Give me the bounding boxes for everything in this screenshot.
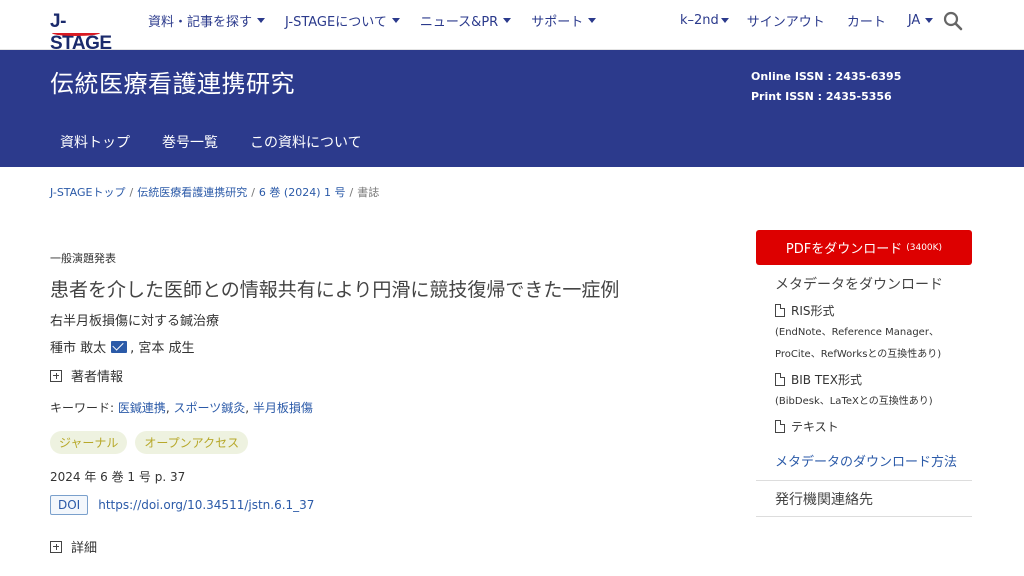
article-subtitle: 右半月板損傷に対する鍼治療	[50, 314, 220, 329]
nav-label: 資料・記事を探す	[148, 14, 253, 30]
search-icon[interactable]	[943, 11, 963, 31]
breadcrumb-separator: /	[349, 186, 354, 199]
journal-subnav: 資料トップ 巻号一覧 この資料について	[60, 132, 394, 152]
online-issn: Online ISSN : 2435-6395	[751, 70, 902, 83]
pdf-download-button[interactable]: PDFをダウンロード (3400K)	[756, 230, 972, 265]
divider	[756, 516, 972, 517]
breadcrumb-current: 書誌	[357, 186, 380, 199]
breadcrumb: J-STAGEトップ / 伝統医療看護連携研究/6 巻 (2024) 1 号 / 書誌	[50, 184, 379, 200]
user-name: k–2nd	[680, 12, 719, 28]
nav-label: J-STAGEについて	[285, 14, 387, 30]
open-access-badge: オープンアクセス	[135, 431, 249, 454]
text-label: テキスト	[791, 420, 839, 434]
top-bar: J-STAGE 資料・記事を探す J-STAGEについて ニュース&PR サポー…	[0, 0, 1024, 54]
author-name[interactable]: 種市 敢太	[50, 337, 106, 356]
ris-download-link[interactable]: RIS形式	[775, 302, 835, 319]
article-category: 一般演題発表	[50, 252, 116, 265]
volume-info: 2024 年 6 巻 1 号 p. 37	[50, 470, 186, 484]
plus-box-icon	[50, 369, 62, 382]
bibtex-note: (BibDesk、LaTeXとの互換性あり)	[775, 396, 933, 407]
tab-issue-list[interactable]: 巻号一覧	[162, 132, 218, 152]
mail-icon[interactable]	[111, 340, 128, 353]
ris-note: (EndNote、Reference Manager、	[775, 327, 939, 338]
metadata-howto-link[interactable]: メタデータのダウンロード方法	[775, 451, 957, 470]
nav-search-materials[interactable]: 資料・記事を探す	[148, 11, 266, 30]
doi-label: DOI	[50, 495, 89, 515]
breadcrumb-item-issue[interactable]: 6 巻 (2024) 1 号	[259, 186, 346, 199]
pdf-size: (3400K)	[906, 242, 943, 253]
tab-about-journal[interactable]: この資料について	[250, 132, 362, 152]
doi-link[interactable]: https://doi.org/10.34511/jstn.6.1_37	[98, 498, 314, 512]
language-selector[interactable]: JA	[908, 13, 934, 28]
pdf-download-label: PDFをダウンロード	[785, 242, 903, 257]
article-badges: ジャーナル オープンアクセス	[50, 431, 256, 454]
caret-down-icon	[391, 17, 400, 23]
bibtex-download-link[interactable]: BIB TEX形式	[775, 371, 862, 388]
keyword-separator: ,	[245, 401, 253, 415]
user-menu[interactable]: k–2nd	[680, 13, 729, 28]
article-title: 患者を介した医師との情報共有により円滑に競技復帰できた一症例	[50, 279, 620, 301]
keyword-separator: ,	[165, 401, 174, 415]
document-icon	[775, 373, 785, 386]
nav-label: サポート	[531, 14, 584, 30]
divider	[756, 480, 972, 481]
caret-down-icon	[503, 17, 512, 23]
caret-down-icon	[588, 17, 597, 23]
details-label: 詳細	[71, 541, 98, 556]
breadcrumb-separator: /	[129, 186, 134, 199]
keyword-link[interactable]: 医鍼連携	[118, 401, 166, 415]
plus-box-icon	[50, 540, 62, 553]
logo-swoosh	[52, 30, 100, 36]
journal-badge: ジャーナル	[50, 431, 128, 454]
caret-down-icon	[257, 17, 266, 23]
jstage-logo[interactable]: J-STAGE	[50, 8, 122, 54]
ris-note: ProCite、RefWorksとの互換性あり)	[775, 349, 942, 360]
breadcrumb-item-journal[interactable]: 伝統医療看護連携研究	[137, 186, 247, 199]
nav-support[interactable]: サポート	[531, 11, 597, 30]
nav-news-pr[interactable]: ニュース&PR	[419, 11, 512, 30]
cart-label: カート	[846, 14, 886, 30]
author-name[interactable]: , 宮本 成生	[130, 337, 194, 356]
nav-about-jstage[interactable]: J-STAGEについて	[285, 11, 400, 30]
caret-down-icon	[720, 17, 729, 23]
cart-link[interactable]: カート	[847, 11, 886, 30]
nav-label: ニュース&PR	[419, 14, 499, 30]
keyword-link[interactable]: 半月板損傷	[253, 401, 313, 415]
bibtex-label: BIB TEX形式	[791, 373, 862, 387]
document-icon	[775, 304, 785, 317]
details-toggle[interactable]: 詳細	[50, 537, 97, 556]
document-icon	[775, 420, 785, 433]
user-nav: k–2nd サインアウト カート JA	[680, 0, 955, 40]
author-info-label: 著者情報	[71, 370, 124, 385]
print-issn: Print ISSN : 2435-5356	[751, 90, 892, 103]
author-list: 種市 敢太 , 宮本 成生	[50, 337, 195, 356]
main-nav: 資料・記事を探す J-STAGEについて ニュース&PR サポート	[148, 0, 616, 40]
language-label: JA	[907, 12, 921, 28]
ris-label: RIS形式	[791, 304, 835, 318]
keyword-link[interactable]: スポーツ鍼灸	[174, 401, 246, 415]
journal-banner: 伝統医療看護連携研究 Online ISSN : 2435-6395 Print…	[0, 50, 1024, 167]
keywords-label: キーワード:	[50, 401, 118, 415]
breadcrumb-separator: /	[251, 186, 255, 199]
issn-block: Online ISSN : 2435-6395 Print ISSN : 243…	[751, 67, 901, 107]
text-download-link[interactable]: テキスト	[775, 418, 839, 435]
signout-link[interactable]: サインアウト	[747, 11, 825, 30]
author-info-toggle[interactable]: 著者情報	[50, 366, 123, 385]
journal-title[interactable]: 伝統医療看護連携研究	[50, 64, 295, 99]
doi-row: DOI https://doi.org/10.34511/jstn.6.1_37	[50, 495, 314, 515]
metadata-heading: メタデータをダウンロード	[775, 277, 943, 293]
signout-label: サインアウト	[746, 14, 825, 30]
keywords: キーワード: 医鍼連携, スポーツ鍼灸, 半月板損傷	[50, 399, 313, 416]
caret-down-icon	[925, 17, 934, 23]
breadcrumb-item-jstage-top[interactable]: J-STAGEトップ	[50, 186, 125, 199]
publisher-contact-link[interactable]: 発行機関連絡先	[775, 489, 873, 509]
tab-journal-top[interactable]: 資料トップ	[60, 132, 130, 152]
